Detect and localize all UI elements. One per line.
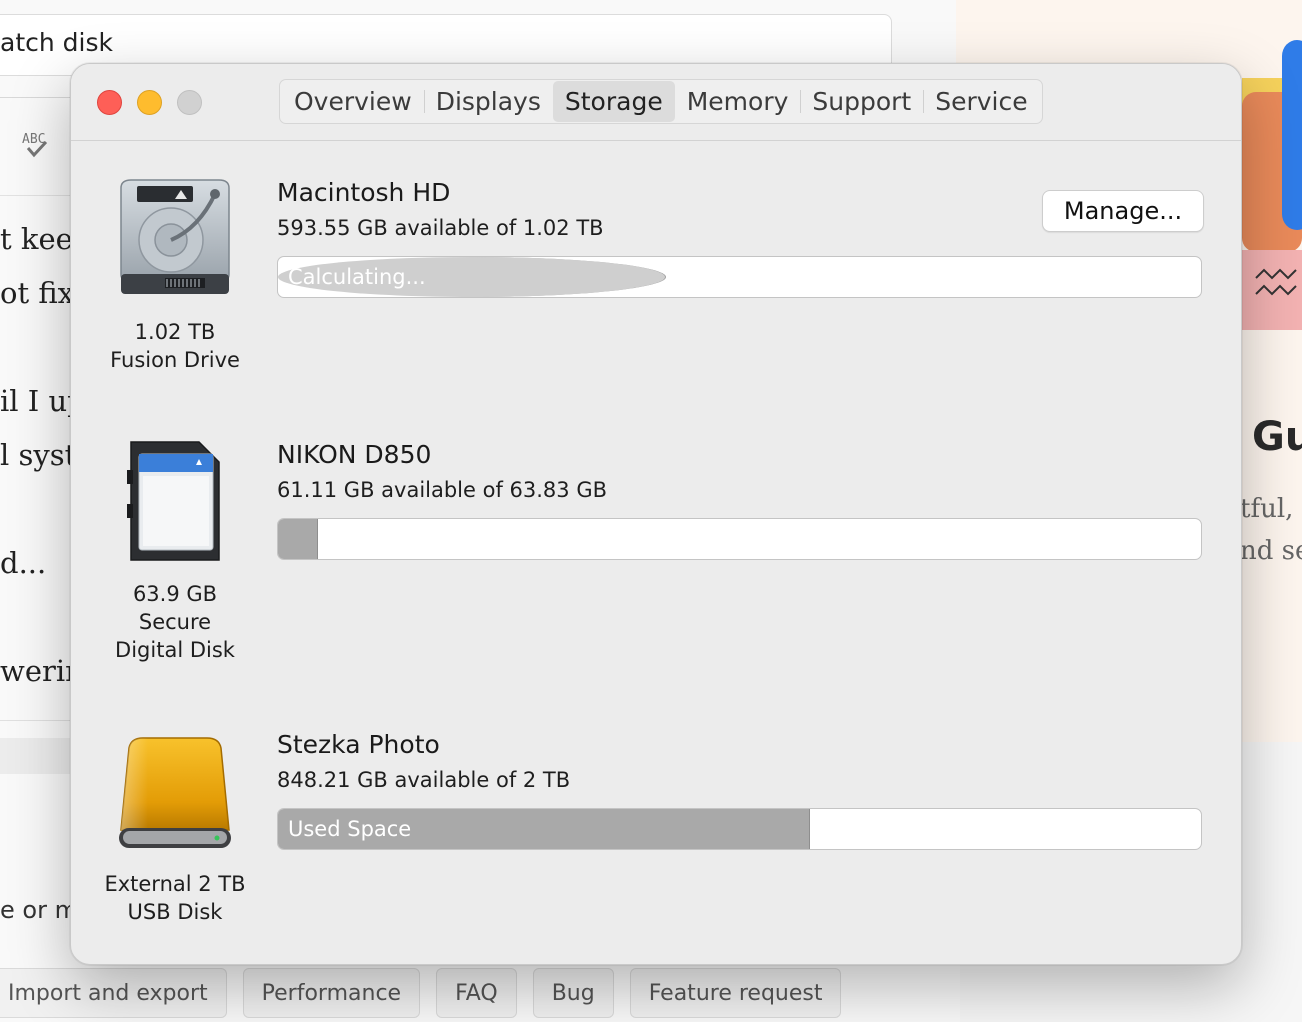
- tab-support[interactable]: Support: [800, 81, 923, 122]
- drive-available: 61.11 GB available of 63.83 GB: [277, 478, 608, 502]
- storage-bar[interactable]: Calculating...: [277, 256, 1202, 298]
- search-text: atch disk: [0, 28, 113, 57]
- minimize-window-button[interactable]: [137, 90, 162, 115]
- external-usb-drive-icon: [115, 734, 235, 860]
- tag-import-export[interactable]: Import and export: [0, 968, 227, 1018]
- tab-bar: Overview Displays Storage Memory Support…: [279, 79, 1043, 124]
- tag-bug[interactable]: Bug: [532, 968, 614, 1018]
- zoom-window-button[interactable]: [177, 90, 202, 115]
- illustration-art: [1234, 40, 1302, 330]
- editor-footer-band: [0, 738, 80, 774]
- tab-displays[interactable]: Displays: [423, 81, 553, 122]
- manage-button[interactable]: Manage...: [1042, 190, 1204, 232]
- internal-hard-drive-icon: [115, 178, 235, 304]
- close-window-button[interactable]: [97, 90, 122, 115]
- panel-heading: Gu: [1252, 414, 1302, 460]
- editor-text: ot fix: [0, 276, 75, 310]
- drive-type: Fusion Drive: [110, 348, 240, 372]
- drive-caption: 1.02 TB Fusion Drive: [89, 318, 261, 374]
- panel-text: nd se: [1240, 536, 1302, 566]
- storage-bar-label: Calculating...: [288, 265, 426, 289]
- tab-storage[interactable]: Storage: [552, 81, 675, 122]
- storage-bar[interactable]: Used Space: [277, 808, 1202, 850]
- sd-card-icon: [115, 438, 235, 568]
- drive-caption: 63.9 GB Secure Digital Disk: [89, 580, 261, 664]
- editor-bottom-border: [0, 720, 80, 721]
- drive-type: Digital Disk: [115, 638, 235, 662]
- drive-name: Macintosh HD: [277, 178, 451, 207]
- drive-available: 848.21 GB available of 2 TB: [277, 768, 571, 792]
- drive-capacity: 1.02 TB: [134, 320, 216, 344]
- editor-text: d...: [0, 546, 47, 580]
- drive-caption: External 2 TB USB Disk: [89, 870, 261, 926]
- storage-bar-used: [278, 519, 318, 559]
- tag-performance[interactable]: Performance: [242, 968, 421, 1018]
- tab-overview[interactable]: Overview: [282, 81, 424, 122]
- about-this-mac-window: Overview Displays Storage Memory Support…: [70, 63, 1242, 965]
- spellcheck-abc-icon[interactable]: ABC: [20, 128, 54, 162]
- toolbar-divider: [0, 97, 80, 98]
- drive-capacity: 63.9 GB: [132, 582, 218, 606]
- storage-bar-label: Used Space: [288, 817, 412, 841]
- tab-service[interactable]: Service: [923, 81, 1039, 122]
- drive-type: USB Disk: [127, 900, 223, 924]
- drive-name: NIKON D850: [277, 440, 432, 469]
- drive-capacity: External 2 TB: [104, 872, 246, 896]
- input-text-fragment: e or m: [0, 896, 78, 924]
- tag-feature-request[interactable]: Feature request: [629, 968, 842, 1018]
- drive-type: Secure: [138, 610, 212, 634]
- editor-top-border: [0, 195, 80, 196]
- tag-faq[interactable]: FAQ: [436, 968, 517, 1018]
- panel-text: tful, g: [1240, 494, 1302, 524]
- storage-bar[interactable]: [277, 518, 1202, 560]
- tag-bar: Import and export Performance FAQ Bug Fe…: [0, 968, 842, 1018]
- window-titlebar[interactable]: Overview Displays Storage Memory Support…: [71, 64, 1241, 141]
- drive-name: Stezka Photo: [277, 730, 440, 759]
- drive-available: 593.55 GB available of 1.02 TB: [277, 216, 604, 240]
- tab-memory[interactable]: Memory: [675, 81, 801, 122]
